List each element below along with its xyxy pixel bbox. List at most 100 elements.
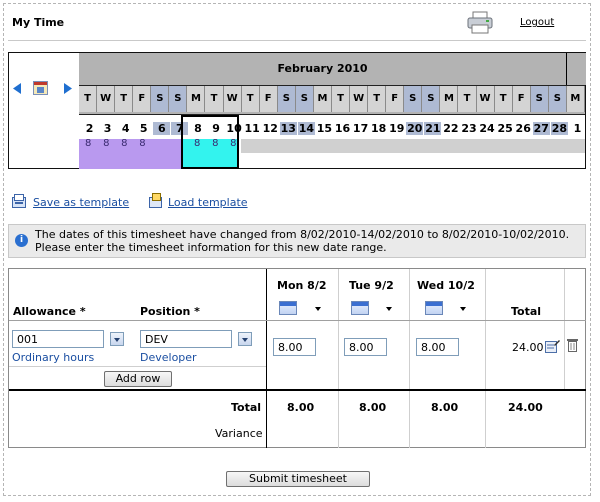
header-divider bbox=[8, 40, 586, 41]
calendar-date[interactable]: 18 bbox=[370, 122, 387, 135]
position-input[interactable] bbox=[140, 330, 232, 348]
weekday-letter: M bbox=[187, 86, 206, 112]
weekday-letter: T bbox=[79, 86, 98, 112]
calendar-date[interactable]: 14 bbox=[297, 122, 315, 135]
weekday-letter: T bbox=[331, 86, 351, 112]
weekday-letter: T bbox=[368, 86, 387, 112]
calendar-date[interactable]: 2 bbox=[81, 122, 98, 135]
grand-total: 24.00 bbox=[508, 401, 543, 414]
calendar-date[interactable]: 17 bbox=[352, 122, 369, 135]
hours-input-tue[interactable] bbox=[344, 338, 387, 356]
position-column-header: Position * bbox=[140, 305, 200, 318]
info-message-line-1: The dates of this timesheet have changed… bbox=[35, 228, 570, 241]
weekday-letter: W bbox=[97, 86, 116, 112]
allowance-column-header: Allowance * bbox=[13, 305, 86, 318]
allowance-dropdown-button[interactable] bbox=[110, 332, 124, 346]
save-template-icon[interactable] bbox=[12, 194, 27, 208]
calendar-date[interactable]: 22 bbox=[442, 122, 459, 135]
day-header-tue: Tue 9/2 bbox=[349, 279, 394, 292]
submit-timesheet-button[interactable]: Submit timesheet bbox=[226, 471, 370, 487]
calendar-date[interactable]: 16 bbox=[334, 122, 351, 135]
info-icon: i bbox=[15, 234, 28, 247]
calendar-date[interactable]: 1 bbox=[569, 122, 586, 135]
calendar-date[interactable]: 23 bbox=[460, 122, 477, 135]
calendar-weekday-row: TWTFSSMTWTFSSMTWTFSSMTWTFSSM bbox=[79, 85, 585, 115]
calendar-hours: 8 bbox=[103, 138, 110, 149]
row-total: 24.00 bbox=[512, 341, 544, 354]
logout-link[interactable]: Logout bbox=[520, 17, 554, 28]
weekday-letter: W bbox=[223, 86, 242, 112]
weekday-letter: S bbox=[277, 86, 296, 112]
weekday-letter: W bbox=[476, 86, 495, 112]
calendar-date[interactable]: 20 bbox=[406, 122, 424, 135]
weekday-letter: S bbox=[295, 86, 314, 112]
weekday-letter: S bbox=[548, 86, 567, 112]
day-total-wed: 8.00 bbox=[431, 401, 459, 414]
chevron-down-icon-wed[interactable] bbox=[460, 307, 466, 311]
calendar-copy-icon-wed[interactable] bbox=[425, 301, 443, 315]
calendar-picker-icon[interactable] bbox=[33, 81, 48, 95]
calendar-date[interactable]: 26 bbox=[515, 122, 532, 135]
total-column-header: Total bbox=[511, 305, 542, 318]
calendar-date[interactable]: 5 bbox=[135, 122, 152, 135]
calendar-date[interactable]: 24 bbox=[479, 122, 496, 135]
load-template-link[interactable]: Load template bbox=[168, 196, 248, 209]
next-week-icon[interactable] bbox=[64, 83, 73, 94]
calendar-date[interactable]: 11 bbox=[244, 122, 261, 135]
weekday-letter: S bbox=[530, 86, 549, 112]
load-template-icon[interactable] bbox=[149, 193, 164, 208]
calendar-date[interactable]: 4 bbox=[117, 122, 134, 135]
weekday-letter: F bbox=[259, 86, 278, 112]
calendar-copy-icon-mon[interactable] bbox=[279, 301, 297, 315]
day-header-mon: Mon 8/2 bbox=[277, 279, 327, 292]
printer-icon[interactable] bbox=[466, 11, 494, 35]
page-title: My Time bbox=[12, 16, 65, 29]
weekday-letter: S bbox=[169, 86, 188, 112]
weekday-letter: F bbox=[512, 86, 531, 112]
timesheet-grid: Allowance * Position * Mon 8/2 Tue 9/2 W… bbox=[8, 268, 586, 448]
weekday-letter: M bbox=[566, 86, 585, 112]
calendar-date[interactable]: 28 bbox=[550, 122, 568, 135]
chevron-down-icon-mon[interactable] bbox=[315, 307, 321, 311]
position-dropdown-button[interactable] bbox=[238, 332, 252, 346]
calendar-hours: 8 bbox=[121, 138, 128, 149]
weekday-letter: T bbox=[115, 86, 134, 112]
info-message-line-2: Please enter the timesheet information f… bbox=[35, 241, 387, 254]
previous-week-icon[interactable] bbox=[13, 83, 22, 94]
weekday-letter: T bbox=[494, 86, 513, 112]
add-row-button[interactable]: Add row bbox=[104, 371, 172, 387]
total-label: Total bbox=[231, 401, 262, 414]
calendar-date[interactable]: 19 bbox=[388, 122, 405, 135]
selected-range-box bbox=[181, 115, 239, 169]
calendar-month-extension bbox=[566, 53, 586, 85]
calendar-date[interactable]: 25 bbox=[497, 122, 514, 135]
edit-row-icon[interactable] bbox=[545, 339, 560, 353]
calendar-copy-icon-tue[interactable] bbox=[351, 301, 369, 315]
calendar-date[interactable]: 12 bbox=[262, 122, 279, 135]
calendar-month-label: February 2010 bbox=[79, 53, 566, 85]
calendar-date[interactable]: 3 bbox=[99, 122, 116, 135]
allowance-input[interactable] bbox=[12, 330, 104, 348]
delete-row-icon[interactable] bbox=[567, 338, 578, 352]
variance-label: Variance bbox=[215, 427, 263, 440]
calendar-navigation bbox=[11, 81, 77, 97]
weekday-letter: S bbox=[404, 86, 423, 112]
hours-input-wed[interactable] bbox=[416, 338, 459, 356]
info-message: The dates of this timesheet have changed… bbox=[35, 228, 583, 254]
calendar-hours: 8 bbox=[85, 138, 92, 149]
weekday-letter: S bbox=[422, 86, 441, 112]
calendar-date[interactable]: 15 bbox=[316, 122, 333, 135]
save-as-template-link[interactable]: Save as template bbox=[33, 196, 129, 209]
calendar-date[interactable]: 21 bbox=[424, 122, 442, 135]
position-name: Developer bbox=[140, 351, 197, 364]
info-message-bar: i The dates of this timesheet have chang… bbox=[8, 224, 586, 258]
calendar-date[interactable]: 13 bbox=[279, 122, 297, 135]
calendar-date[interactable]: 6 bbox=[153, 122, 171, 135]
weekday-letter: M bbox=[440, 86, 459, 112]
hours-input-mon[interactable] bbox=[273, 338, 316, 356]
calendar-date[interactable]: 27 bbox=[532, 122, 550, 135]
weekday-letter: T bbox=[205, 86, 224, 112]
filled-hours-band bbox=[79, 139, 181, 169]
empty-hours-band bbox=[241, 139, 585, 153]
chevron-down-icon-tue[interactable] bbox=[386, 307, 392, 311]
